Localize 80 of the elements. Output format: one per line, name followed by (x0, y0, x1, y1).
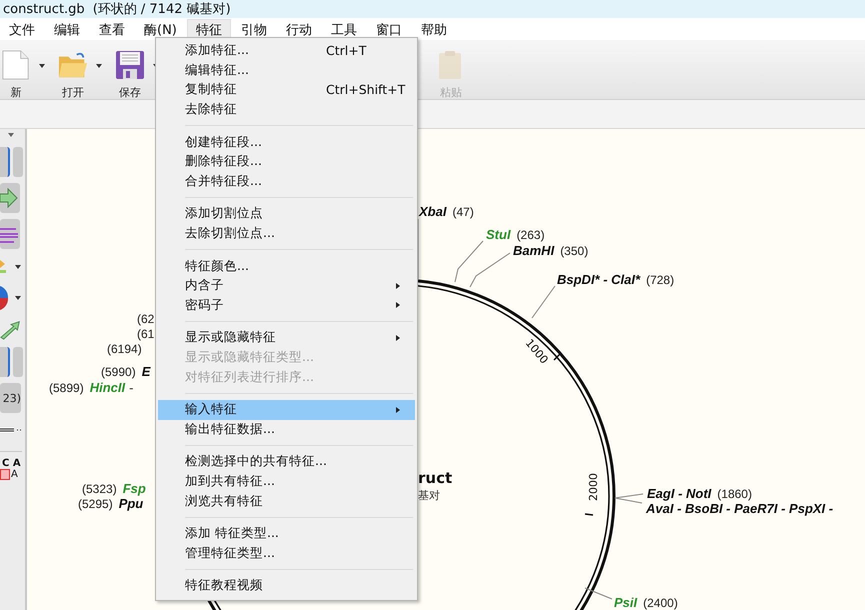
toolbar-button[interactable]: 新 (0, 48, 38, 102)
enzyme-name[interactable]: BamHI (513, 243, 554, 258)
menu-item[interactable]: 输入特征 (158, 400, 415, 420)
menu-item[interactable]: 管理特征类型... (158, 543, 415, 564)
leader-line (532, 286, 556, 318)
cut-position: (5323) (82, 482, 117, 496)
menu-item[interactable]: 浏览共有特征 (158, 491, 415, 511)
menu-item[interactable]: 特征颜色... (158, 256, 415, 276)
sequence-text: C A (1, 458, 21, 469)
menu-item[interactable]: 去除切割位点... (158, 224, 415, 244)
cut-position: (5899) (49, 381, 84, 395)
diagonal-arrow-icon[interactable] (0, 319, 22, 341)
menu-bar-item[interactable]: 行动 (276, 19, 321, 39)
menu-item[interactable]: 合并特征段... (158, 172, 415, 192)
menu-bar-item[interactable]: 引物 (232, 19, 276, 39)
menu-bar-item[interactable]: 工具 (322, 19, 366, 39)
cut-position: (5295) (78, 497, 113, 511)
leader-line (584, 588, 612, 600)
cut-position: (5990) (101, 365, 136, 379)
menu-item[interactable]: 检测选择中的共有特征... (158, 452, 415, 472)
toolbar-button[interactable]: 保存 (108, 48, 152, 102)
menu-bar-item[interactable]: 编辑 (45, 19, 89, 39)
folder-icon (58, 50, 88, 80)
cut-position: (2400) (643, 596, 678, 610)
tick-label: 2000 (587, 473, 600, 501)
mismatch-marker (0, 469, 10, 480)
map-subtitle: 基对 (418, 488, 440, 503)
cut-position: (62 (137, 312, 154, 326)
menu-item[interactable]: 删除特征段... (158, 152, 415, 172)
enzyme-name[interactable]: HincII (90, 380, 126, 395)
cut-position: (728) (646, 273, 674, 287)
tick-mark (553, 352, 562, 361)
enzyme-name[interactable]: Ppu (118, 496, 144, 511)
menu-item[interactable]: 特征教程视频 (158, 576, 415, 596)
menu-item[interactable]: 密码子 (158, 296, 415, 316)
map-title: ruct (418, 469, 452, 487)
cut-position: (47) (452, 205, 474, 219)
document-icon (1, 50, 31, 80)
caret-icon[interactable] (39, 64, 45, 68)
menu-item[interactable]: 创建特征段... (158, 132, 415, 152)
cut-position: (6194) (107, 342, 142, 356)
menu-item[interactable]: 内含子 (158, 276, 415, 296)
menu-bar-item[interactable]: 帮助 (412, 19, 456, 39)
caret-icon[interactable] (96, 64, 102, 68)
menu-bar-item[interactable]: 窗口 (366, 19, 411, 39)
count-button[interactable]: 23) (0, 383, 21, 413)
cut-position: (1860) (717, 487, 752, 501)
window-subtitle: (环状的 / 7142 碱基对) (92, 1, 231, 18)
enzyme-name[interactable]: XbaI (419, 204, 446, 219)
primer-lines-icon[interactable] (0, 219, 20, 249)
menu-bar-item[interactable]: 酶(N) (135, 19, 186, 39)
enzyme-name[interactable]: E (142, 364, 150, 379)
menu-item[interactable]: 编辑特征... (158, 60, 415, 80)
menu-bar-item[interactable]: 特征 (186, 19, 231, 39)
leader-line (454, 240, 484, 282)
menu-bar-item[interactable]: 查看 (90, 19, 134, 39)
enzyme-name[interactable]: EagI - NotI (647, 486, 712, 501)
enzyme-name[interactable]: AvaI - BsoBI - PaeR7I - PspXI - (646, 501, 834, 516)
enzyme-name[interactable]: StuI (486, 227, 511, 242)
line-icon[interactable] (0, 427, 22, 433)
sequence-text: A (11, 469, 18, 480)
window-title: construct.gb (3, 2, 85, 16)
enzyme-name[interactable]: BspDI* - ClaI* (557, 272, 640, 287)
cut-position: (61 (137, 327, 154, 341)
enzyme-name[interactable]: Fsp (122, 481, 146, 496)
menu-item[interactable]: 加到共有特征... (158, 472, 415, 492)
pie-icon[interactable] (0, 283, 22, 313)
enzyme-name[interactable]: PsiI (614, 595, 638, 610)
menu-item[interactable]: 添加特征... Ctrl+T (158, 41, 415, 61)
menu-item[interactable]: 添加 特征类型... (158, 524, 415, 544)
menu-item[interactable]: 显示或隐藏特征 (158, 328, 415, 348)
menu-item[interactable]: 添加切割位点 (158, 204, 415, 224)
tick-mark (584, 513, 594, 516)
menu-item[interactable]: 复制特征 Ctrl+Shift+T (158, 80, 415, 100)
cut-position: (350) (560, 244, 588, 258)
menu-bar-item[interactable]: 文件 (0, 19, 44, 39)
leader-line (470, 252, 510, 288)
separator-dash: - (129, 381, 134, 395)
cut-position: (263) (516, 228, 545, 242)
menu-item[interactable]: 输出特征数据... (158, 420, 415, 440)
